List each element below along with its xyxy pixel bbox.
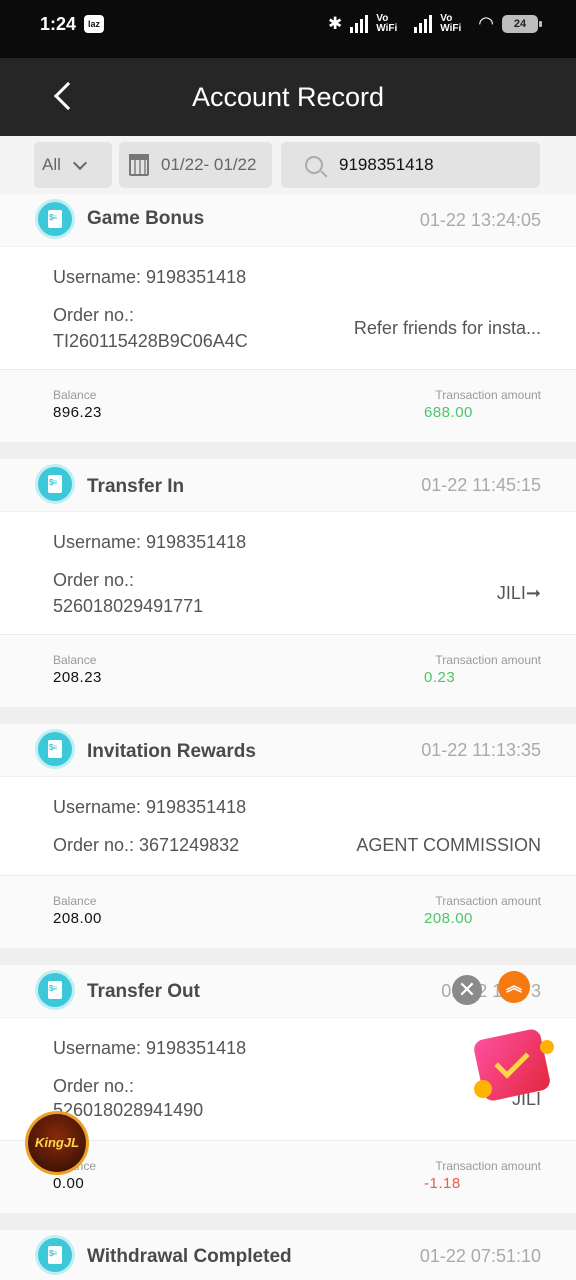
record-username: Username: 9198351418	[53, 267, 247, 287]
balance-label: Balance	[53, 388, 97, 402]
app-header: Account Record	[0, 58, 576, 136]
search-input[interactable]	[339, 155, 519, 175]
amount-label: Transaction amount	[435, 894, 541, 908]
record-details: Username: 9198351418 Order no.: TI260115…	[0, 246, 576, 370]
record-order-number: 526018029491771	[53, 596, 204, 616]
status-time: 1:24	[40, 14, 77, 34]
signal-icon	[350, 14, 369, 33]
record-title: Game Bonus	[87, 208, 205, 229]
record-card[interactable]: Invitation Rewards 01-22 11:13:35 Userna…	[0, 724, 576, 948]
page-title: Account Record	[191, 82, 385, 112]
record-note: Refer friends for insta...	[353, 318, 541, 338]
type-filter-value: All	[42, 155, 61, 174]
record-header: Withdrawal Completed 01-22 07:51:10	[0, 1230, 576, 1280]
record-username: Username: 9198351418	[53, 797, 247, 817]
balance-label: Balance	[53, 653, 97, 667]
record-details: Username: 9198351418 Order no.: 36712498…	[0, 776, 576, 876]
promo-gift-icon[interactable]	[472, 1026, 556, 1104]
balance-value: 0.00	[53, 1175, 85, 1192]
record-title: Transfer In	[87, 476, 185, 497]
record-order-label: Order no.:	[53, 305, 135, 325]
record-time: 01-22 07:51:10	[419, 1246, 541, 1266]
balance-value: 208.00	[53, 910, 102, 927]
balance-label: Balance	[53, 894, 97, 908]
record-footer: Balance 896.23 Transaction amount 688.00	[0, 370, 576, 442]
record-card[interactable]: Withdrawal Completed 01-22 07:51:10	[0, 1230, 576, 1280]
lazada-notification-icon: laz	[84, 15, 104, 33]
filter-bar: All 01/22- 01/22	[0, 136, 576, 194]
record-card[interactable]: Game Bonus 01-22 13:24:05 Username: 9198…	[0, 194, 576, 442]
record-time: 01-22 11:13:35	[421, 740, 541, 760]
record-order-label: Order no.:	[53, 1076, 135, 1096]
receipt-icon	[38, 202, 72, 236]
record-title: Invitation Rewards	[87, 741, 256, 762]
kingjl-logo-button[interactable]: KingJL	[28, 1114, 86, 1172]
record-header: Transfer Out 01-22 11:4 3	[0, 965, 576, 1017]
record-order-number: TI260115428B9C06A4C	[53, 331, 248, 351]
signal-icon-2	[414, 14, 433, 33]
search-icon	[305, 156, 323, 174]
receipt-icon	[38, 732, 72, 766]
balance-value: 896.23	[53, 404, 102, 421]
record-link-jili[interactable]: JILI➞	[497, 583, 541, 604]
balance-value: 208.23	[53, 669, 102, 686]
record-time: 01-22 11:45:15	[421, 475, 541, 495]
amount-label: Transaction amount	[435, 388, 541, 402]
receipt-icon	[38, 973, 72, 1007]
amount-value: -1.18	[424, 1175, 461, 1192]
record-note: AGENT COMMISSION	[356, 835, 541, 855]
amount-label: Transaction amount	[435, 653, 541, 667]
search-box[interactable]	[281, 142, 540, 188]
wifi-icon: ◠	[478, 13, 494, 33]
record-order-label: Order no.:	[53, 570, 135, 590]
bluetooth-icon: ✱	[328, 13, 343, 33]
vowifi-indicator: Vo WiFi	[376, 12, 398, 34]
date-range-picker[interactable]: 01/22- 01/22	[119, 142, 272, 188]
battery-icon: 24	[502, 14, 542, 33]
date-range-value: 01/22- 01/22	[161, 155, 257, 174]
vowifi-indicator-2: Vo WiFi	[440, 12, 462, 34]
record-footer: ance 0.00 Transaction amount -1.18	[0, 1141, 576, 1213]
scroll-to-top-button[interactable]: ︽	[498, 971, 530, 1003]
amount-value: 0.23	[424, 669, 456, 686]
amount-value: 208.00	[424, 910, 473, 927]
record-time: 01-22 13:24:05	[419, 210, 541, 230]
status-icons: ✱ Vo WiFi Vo WiFi ◠ 24	[328, 12, 542, 34]
record-title: Transfer Out	[87, 981, 200, 1002]
type-filter-dropdown[interactable]: All	[34, 142, 112, 188]
record-details: Username: 9198351418 Order no.: 52601802…	[0, 511, 576, 635]
calendar-icon	[129, 154, 149, 176]
record-order-number: Order no.: 3671249832	[53, 835, 240, 855]
receipt-icon	[38, 1238, 72, 1272]
record-footer: Balance 208.00 Transaction amount 208.00	[0, 876, 576, 948]
record-header: Game Bonus 01-22 13:24:05	[0, 194, 576, 246]
record-username: Username: 9198351418	[53, 1038, 247, 1058]
receipt-icon	[38, 467, 72, 501]
record-header: Transfer In 01-22 11:45:15	[0, 459, 576, 511]
record-header: Invitation Rewards 01-22 11:13:35	[0, 724, 576, 776]
amount-label: Transaction amount	[435, 1159, 541, 1173]
chevron-down-icon	[72, 155, 87, 170]
record-username: Username: 9198351418	[53, 532, 247, 552]
close-promo-button[interactable]: ✕	[452, 975, 482, 1005]
status-bar: 1:24 laz ✱ Vo WiFi Vo WiFi ◠ 24	[0, 0, 576, 58]
record-title: Withdrawal Completed	[87, 1246, 292, 1267]
record-order-number: 526018028941490	[53, 1100, 204, 1120]
record-card[interactable]: Transfer In 01-22 11:45:15 Username: 919…	[0, 459, 576, 707]
amount-value: 688.00	[424, 404, 473, 421]
record-footer: Balance 208.23 Transaction amount 0.23	[0, 635, 576, 707]
